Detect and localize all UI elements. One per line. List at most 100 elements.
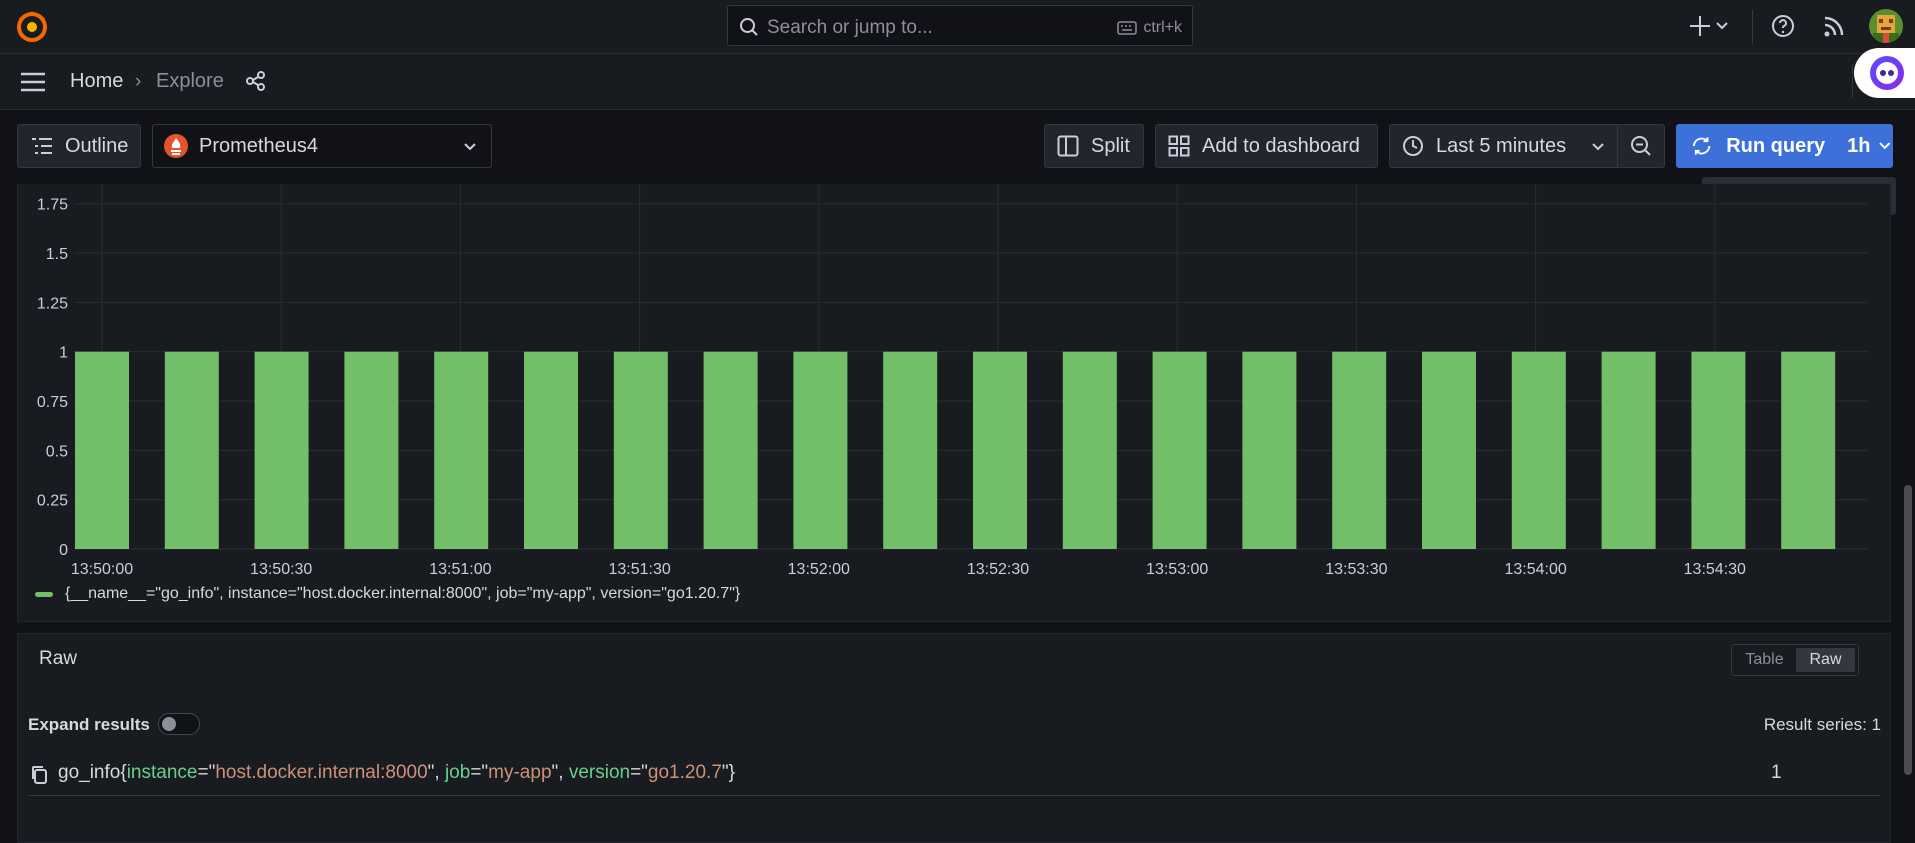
menu-icon[interactable] [19,71,47,93]
bar[interactable] [1332,351,1387,549]
bar[interactable] [1511,351,1566,549]
copy-icon[interactable] [30,765,48,785]
bar[interactable] [1422,351,1476,549]
result-series-count: Result series: 1 [1763,715,1881,734]
y-tick-label: 0 [59,542,68,559]
refresh-icon [1692,137,1711,155]
bar[interactable] [434,351,489,549]
chart-legend[interactable]: {__name__="go_info", instance="host.dock… [35,585,740,603]
bar[interactable] [1601,351,1656,549]
label-value: host.docker.internal:8000 [215,762,428,783]
x-tick-label: 13:53:00 [1146,561,1208,578]
x-tick-label: 13:50:30 [250,561,312,578]
label-key: job [444,762,471,783]
y-tick-label: 0.75 [37,394,68,411]
bar[interactable] [1152,351,1207,549]
chevron-down-icon [1592,143,1604,151]
chevron-down-icon[interactable] [1715,13,1729,39]
search-placeholder: Search or jump to... [767,17,933,38]
datasource-picker[interactable]: Prometheus4 [152,124,492,168]
split-icon [1057,135,1079,157]
series-value: 1 [1771,762,1782,783]
dashboard-grid-icon [1168,135,1190,157]
bar[interactable] [1781,351,1836,549]
outline-icon [32,138,52,154]
raw-panel [17,633,1891,843]
keyboard-icon [1117,21,1138,35]
bar[interactable] [75,351,129,549]
x-tick-label: 13:51:30 [608,561,670,578]
raw-panel-title: Raw [39,648,78,669]
y-tick-label: 1 [59,345,68,362]
x-tick-label: 13:50:00 [71,561,133,578]
add-to-dashboard-button[interactable]: Add to dashboard [1155,124,1378,168]
bar[interactable] [973,351,1027,549]
breadcrumb-explore: Explore [156,70,224,92]
breadcrumb-home[interactable]: Home [70,70,123,93]
label-value: my-app [488,762,552,783]
bar[interactable] [883,351,938,549]
time-range-picker[interactable]: Last 5 minutes [1389,124,1618,168]
scrollbar[interactable] [1904,485,1912,775]
split-label: Split [1091,134,1130,157]
time-range-label: Last 5 minutes [1436,134,1567,157]
x-tick-label: 13:54:30 [1684,561,1746,578]
divider [1852,64,1853,98]
search-bar[interactable]: Search or jump to... ctrl+k [727,5,1193,46]
bar[interactable] [254,351,309,549]
chevron-down-icon [464,143,476,151]
bar[interactable] [1691,351,1746,549]
x-tick-label: 13:53:30 [1325,561,1387,578]
help-icon[interactable] [1771,13,1795,39]
run-query-label: Run query [1726,134,1826,157]
x-tick-label: 13:52:00 [788,561,850,578]
x-tick-label: 13:52:30 [967,561,1029,578]
y-tick-label: 1.5 [46,246,68,263]
outline-button[interactable]: Outline [17,124,141,168]
bar[interactable] [613,351,668,549]
clock-icon [1403,136,1423,156]
prometheus-icon [164,134,188,158]
share-icon[interactable] [245,70,267,92]
label-key: version [568,762,631,783]
view-toggle: Table Raw [1731,644,1859,676]
bar[interactable] [344,351,399,549]
x-tick-label: 13:54:00 [1504,561,1566,578]
bar[interactable] [1062,351,1117,549]
nav-bar: Home › Explore [0,54,1915,110]
grafana-logo-icon[interactable] [15,10,49,44]
bar[interactable] [1242,351,1297,549]
outline-label: Outline [65,134,129,157]
add-to-dashboard-label: Add to dashboard [1202,134,1360,157]
top-bar: Search or jump to... ctrl+k [0,0,1915,54]
label-value: go1.20.7 [647,762,722,783]
legend-swatch [35,591,53,597]
keyboard-shortcut: ctrl+k [1117,19,1182,37]
search-icon [739,17,759,37]
run-query-button[interactable]: Run query 1h [1676,124,1893,168]
bar-chart: 1.75 1.5 1.25 1 0.75 0.5 0.25 013:50:00 13:50:30… [37,184,1868,578]
rss-icon[interactable] [1823,13,1845,39]
plus-icon[interactable] [1689,13,1711,39]
bar[interactable] [793,351,848,549]
toggle-knob [162,717,176,731]
zoom-out-icon [1631,136,1651,156]
y-tick-label: 1.75 [37,197,68,214]
divider [1752,10,1753,44]
shortcut-text: ctrl+k [1143,19,1182,36]
y-tick-label: 0.25 [37,493,68,510]
y-tick-label: 0.5 [46,443,68,460]
split-button[interactable]: Split [1044,124,1144,168]
raw-view-button[interactable]: Raw [1796,648,1855,672]
assistant-button[interactable] [1854,48,1915,98]
bar[interactable] [164,351,219,549]
expand-results-toggle[interactable] [158,713,200,735]
bar[interactable] [524,351,578,549]
zoom-out-button[interactable] [1617,124,1665,168]
x-tick-label: 13:51:00 [429,561,491,578]
bar[interactable] [703,351,758,549]
avatar[interactable] [1869,9,1903,43]
metric-name: go_info [58,762,121,783]
chevron-down-icon [1879,142,1891,150]
table-view-button[interactable]: Table [1735,648,1794,672]
